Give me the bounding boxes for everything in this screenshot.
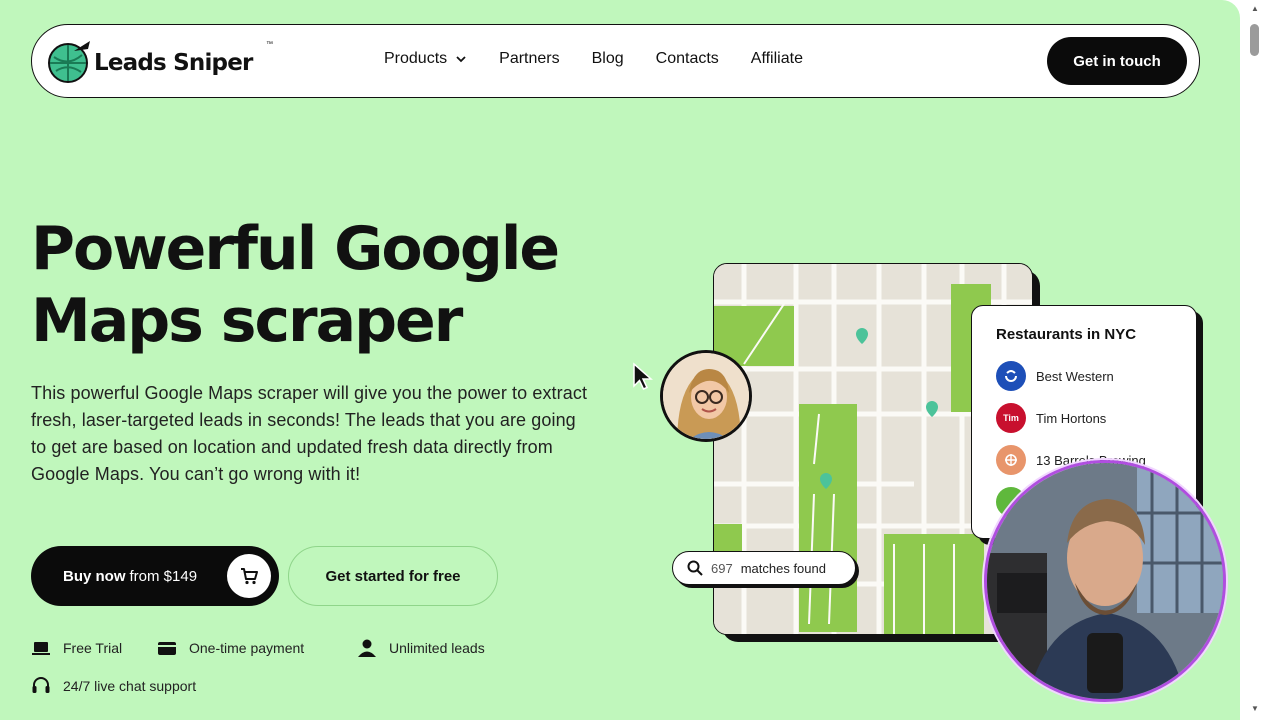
laptop-icon — [32, 642, 50, 655]
scrollbar-thumb[interactable] — [1250, 24, 1259, 56]
feature-label: 24/7 live chat support — [63, 678, 197, 694]
card-title: Restaurants in NYC — [996, 326, 1137, 343]
cart-badge — [227, 554, 271, 598]
logo-text: Leads Sniper — [94, 50, 253, 76]
presenter-video — [987, 463, 1223, 699]
woman-avatar — [660, 350, 752, 442]
matches-found-pill: 697 matches found — [672, 551, 856, 585]
list-item-name: Tim Hortons — [1036, 410, 1107, 426]
matches-count: 697 — [711, 560, 733, 576]
feature-label: Free Trial — [63, 640, 123, 656]
scroll-up-icon[interactable]: ▲ — [1250, 4, 1260, 14]
best-western-logo-icon — [996, 361, 1026, 391]
matches-label: matches found — [740, 560, 826, 576]
list-item: Tim Tim Hortons — [996, 403, 1106, 433]
feature-one-time-payment: One-time payment — [157, 638, 304, 658]
chevron-down-icon — [456, 56, 466, 63]
page-background: Leads Sniper ™ Products Partners Blog Co… — [0, 0, 1240, 720]
buy-now-price: from $149 — [129, 567, 198, 585]
scroll-down-icon[interactable]: ▼ — [1250, 704, 1260, 714]
list-item-name: Best Western — [1036, 368, 1114, 384]
tim-hortons-logo-icon: Tim — [996, 403, 1026, 433]
feature-label: Unlimited leads — [389, 640, 485, 656]
trademark: ™ — [266, 41, 273, 48]
buy-now-label: Buy now — [63, 567, 126, 585]
hero-title: Powerful Google Maps scraper — [31, 214, 560, 356]
webcam-overlay — [984, 460, 1226, 702]
nav-item-label: Products — [384, 50, 448, 67]
cart-icon — [241, 568, 258, 585]
nav-item-contacts[interactable]: Contacts — [656, 50, 719, 68]
feature-unlimited-leads: Unlimited leads — [357, 638, 485, 658]
hero-description: This powerful Google Maps scraper will g… — [31, 383, 588, 484]
crosshair-globe-icon — [48, 41, 90, 83]
buy-now-button[interactable]: Buy now from $149 — [31, 546, 279, 606]
feature-label: One-time payment — [189, 640, 305, 656]
get-started-free-button[interactable]: Get started for free — [288, 546, 498, 606]
list-item: Best Western — [996, 361, 1114, 391]
mouse-cursor-icon — [633, 362, 653, 390]
credit-card-icon — [158, 642, 176, 655]
site-header: Leads Sniper ™ Products Partners Blog Co… — [31, 24, 1200, 98]
nav-item-partners[interactable]: Partners — [499, 50, 559, 68]
main-menu: Products Partners Blog Contacts Affiliat… — [384, 50, 803, 68]
user-icon — [358, 639, 376, 657]
get-in-touch-button[interactable]: Get in touch — [1047, 37, 1187, 85]
logo[interactable]: Leads Sniper ™ — [44, 37, 284, 87]
nav-item-products[interactable]: Products — [384, 50, 467, 68]
nav-item-affiliate[interactable]: Affiliate — [751, 50, 803, 68]
browser-scrollbar[interactable] — [1246, 0, 1280, 720]
feature-free-trial: Free Trial — [31, 638, 122, 658]
barrel-logo-icon — [996, 445, 1026, 475]
nav-item-blog[interactable]: Blog — [592, 50, 624, 68]
search-icon — [687, 560, 703, 576]
headset-icon — [32, 677, 50, 693]
feature-live-chat: 24/7 live chat support — [31, 676, 196, 696]
